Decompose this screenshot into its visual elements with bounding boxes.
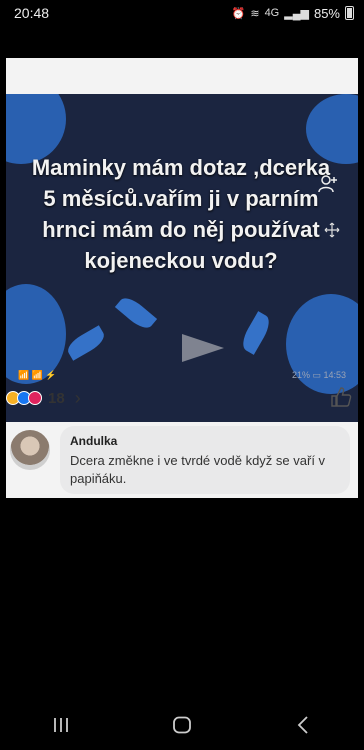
back-icon — [298, 716, 308, 734]
battery-percent: 85% — [313, 5, 340, 21]
chevron-right-icon[interactable]: › — [75, 388, 81, 409]
inner-status-left: 📶 📶 ⚡ — [18, 369, 57, 380]
comment-author[interactable]: Andulka — [70, 434, 340, 448]
love-reaction-icon — [28, 391, 42, 405]
post-question-text: Maminky mám dotaz ,dcerka 5 měsíců.vařím… — [31, 155, 331, 273]
decor-leaf — [114, 293, 158, 333]
decor-leaf — [64, 325, 108, 361]
expand-icon[interactable] — [324, 222, 340, 238]
back-button[interactable] — [278, 705, 328, 745]
decor-leaf — [238, 311, 274, 355]
post-image[interactable]: Maminky mám dotaz ,dcerka 5 měsíců.vařím… — [6, 94, 358, 422]
reactions-row[interactable]: 18 › — [6, 384, 358, 412]
play-icon[interactable] — [182, 334, 224, 362]
inner-status-bar: 📶 📶 ⚡ 21% ▭ 14:53 — [6, 364, 358, 386]
battery-icon — [345, 6, 354, 20]
home-icon — [173, 716, 191, 734]
home-button[interactable] — [157, 705, 207, 745]
user-add-icon[interactable] — [318, 174, 338, 194]
recent-apps-button[interactable] — [36, 705, 86, 745]
wifi-icon: ≋ — [250, 7, 260, 20]
network-type: 4G — [264, 7, 280, 19]
status-time: 20:48 — [14, 5, 50, 21]
status-icons: ⏰ ≋ 4G ▂▄▆ 85% — [232, 6, 354, 21]
screenshot-photo: Maminky mám dotaz ,dcerka 5 měsíců.vařím… — [6, 58, 358, 498]
comment: Andulka Dcera změkne i ve tvrdé vodě kdy… — [6, 422, 358, 498]
inner-status-right: 21% ▭ 14:53 — [291, 369, 346, 380]
status-bar: 20:48 ⏰ ≋ 4G ▂▄▆ 85% — [0, 0, 364, 26]
reaction-count: 18 — [48, 389, 65, 407]
avatar[interactable] — [10, 430, 50, 470]
alarm-icon: ⏰ — [231, 7, 246, 20]
comment-bubble[interactable]: Andulka Dcera změkne i ve tvrdé vodě kdy… — [60, 426, 350, 494]
like-button-icon[interactable] — [330, 386, 352, 408]
signal-icon: ▂▄▆ — [284, 7, 309, 20]
recent-apps-icon — [53, 718, 68, 732]
system-nav-bar — [0, 700, 364, 750]
comment-text: Dcera změkne i ve tvrdé vodě když se vař… — [70, 453, 326, 486]
